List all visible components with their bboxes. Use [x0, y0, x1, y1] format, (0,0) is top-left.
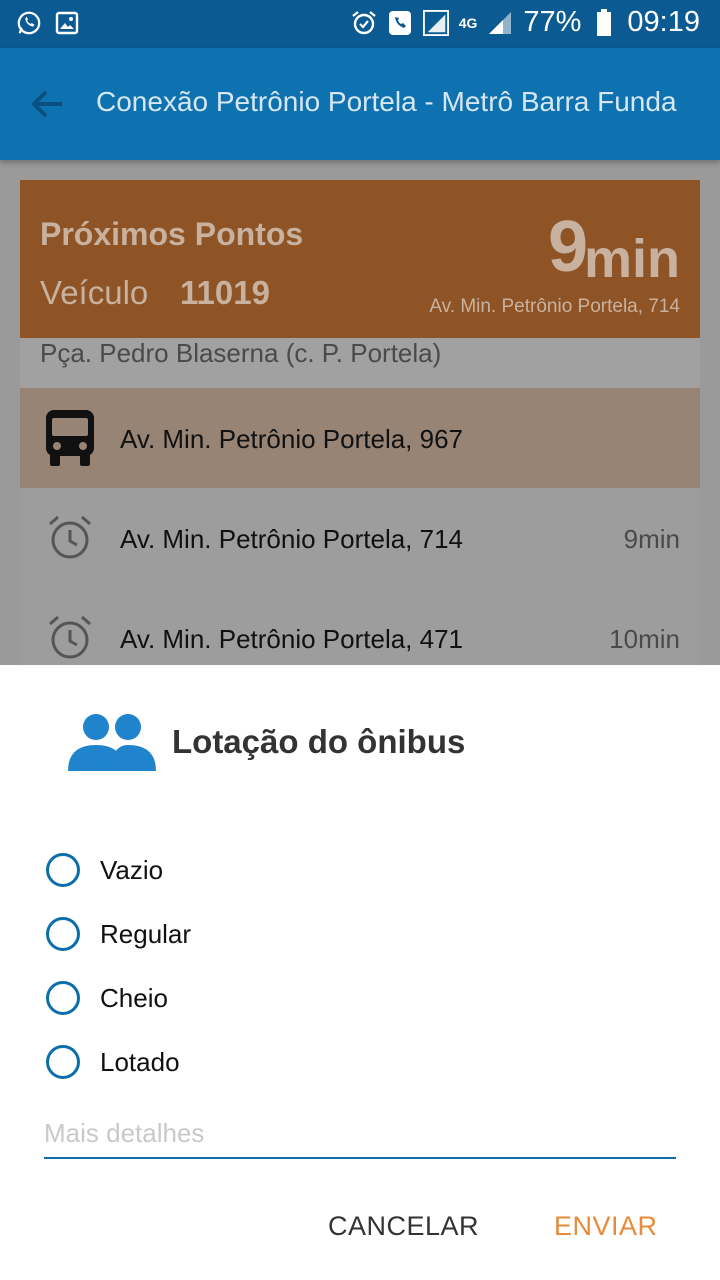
stop-label: Av. Min. Petrônio Portela, 471 — [120, 624, 464, 654]
stop-time: 10min — [609, 624, 680, 654]
network-type-label: 4G — [458, 14, 478, 31]
stop-time: 9min — [623, 524, 680, 554]
cancel-button[interactable]: CANCELAR — [328, 1211, 479, 1242]
radio-button[interactable] — [46, 853, 80, 887]
radio-label: Lotado — [100, 1046, 180, 1077]
alarm-clock-icon — [49, 515, 91, 559]
radio-option-regular[interactable]: Regular — [46, 912, 191, 956]
back-button[interactable] — [26, 82, 70, 126]
alarm-clock-icon — [49, 615, 91, 659]
radio-label: Cheio — [100, 982, 168, 1013]
next-stops-title: Próximos Pontos — [40, 216, 304, 252]
stop-label: Av. Min. Petrônio Portela, 714 — [120, 524, 464, 554]
phone-icon — [387, 9, 413, 37]
stops-content: Próximos Pontos Veículo 11019 9 min Av. … — [0, 160, 720, 665]
radio-label: Regular — [100, 918, 192, 949]
previous-stop: Pça. Pedro Blaserna (c. P. Portela) — [20, 338, 700, 388]
battery-icon — [591, 8, 617, 37]
vehicle-number: 11019 — [180, 274, 270, 311]
clock: 09:19 — [627, 6, 700, 38]
app-bar: Conexão Petrônio Portela - Metrô Barra F… — [0, 48, 720, 160]
battery-percent: 77% — [523, 6, 582, 38]
list-item[interactable]: Av. Min. Petrônio Portela, 714 9min — [20, 488, 700, 588]
radio-option-lotado[interactable]: Lotado — [46, 1040, 180, 1084]
eta-address: Av. Min. Petrônio Portela, 714 — [429, 296, 680, 317]
eta-unit: min — [583, 229, 680, 289]
radio-button[interactable] — [46, 981, 80, 1015]
previous-stop-label: Pça. Pedro Blaserna (c. P. Portela) — [40, 338, 442, 368]
radio-option-cheio[interactable]: Cheio — [46, 976, 168, 1020]
gallery-icon — [54, 9, 80, 37]
page-title: Conexão Petrônio Portela - Metrô Barra F… — [96, 86, 677, 117]
details-input[interactable] — [44, 1113, 676, 1159]
signal-icon — [422, 9, 449, 37]
whatsapp-icon — [16, 9, 42, 37]
status-bar: 4G 77% 09:19 — [0, 0, 720, 48]
people-icon — [68, 714, 156, 771]
occupancy-dialog: Lotação do ônibus Vazio Regular Cheio Lo… — [0, 665, 720, 1280]
alarm-icon — [351, 9, 377, 37]
send-button[interactable]: ENVIAR — [554, 1211, 658, 1242]
eta-value: 9 — [547, 207, 588, 287]
list-item[interactable]: Av. Min. Petrônio Portela, 967 — [20, 388, 700, 488]
stop-label: Av. Min. Petrônio Portela, 967 — [120, 424, 464, 454]
radio-label: Vazio — [100, 854, 164, 885]
next-stops-header: Próximos Pontos Veículo 11019 9 min Av. … — [20, 180, 700, 338]
radio-button[interactable] — [46, 917, 80, 951]
vehicle-label: Veículo — [40, 274, 149, 311]
arrow-left-icon — [31, 90, 62, 118]
radio-button[interactable] — [46, 1045, 80, 1079]
dialog-title: Lotação do ônibus — [172, 723, 466, 760]
cell-signal-icon — [487, 9, 513, 37]
bus-icon — [46, 410, 94, 466]
radio-option-vazio[interactable]: Vazio — [46, 848, 163, 892]
list-item[interactable]: Av. Min. Petrônio Portela, 471 10min — [20, 588, 700, 665]
